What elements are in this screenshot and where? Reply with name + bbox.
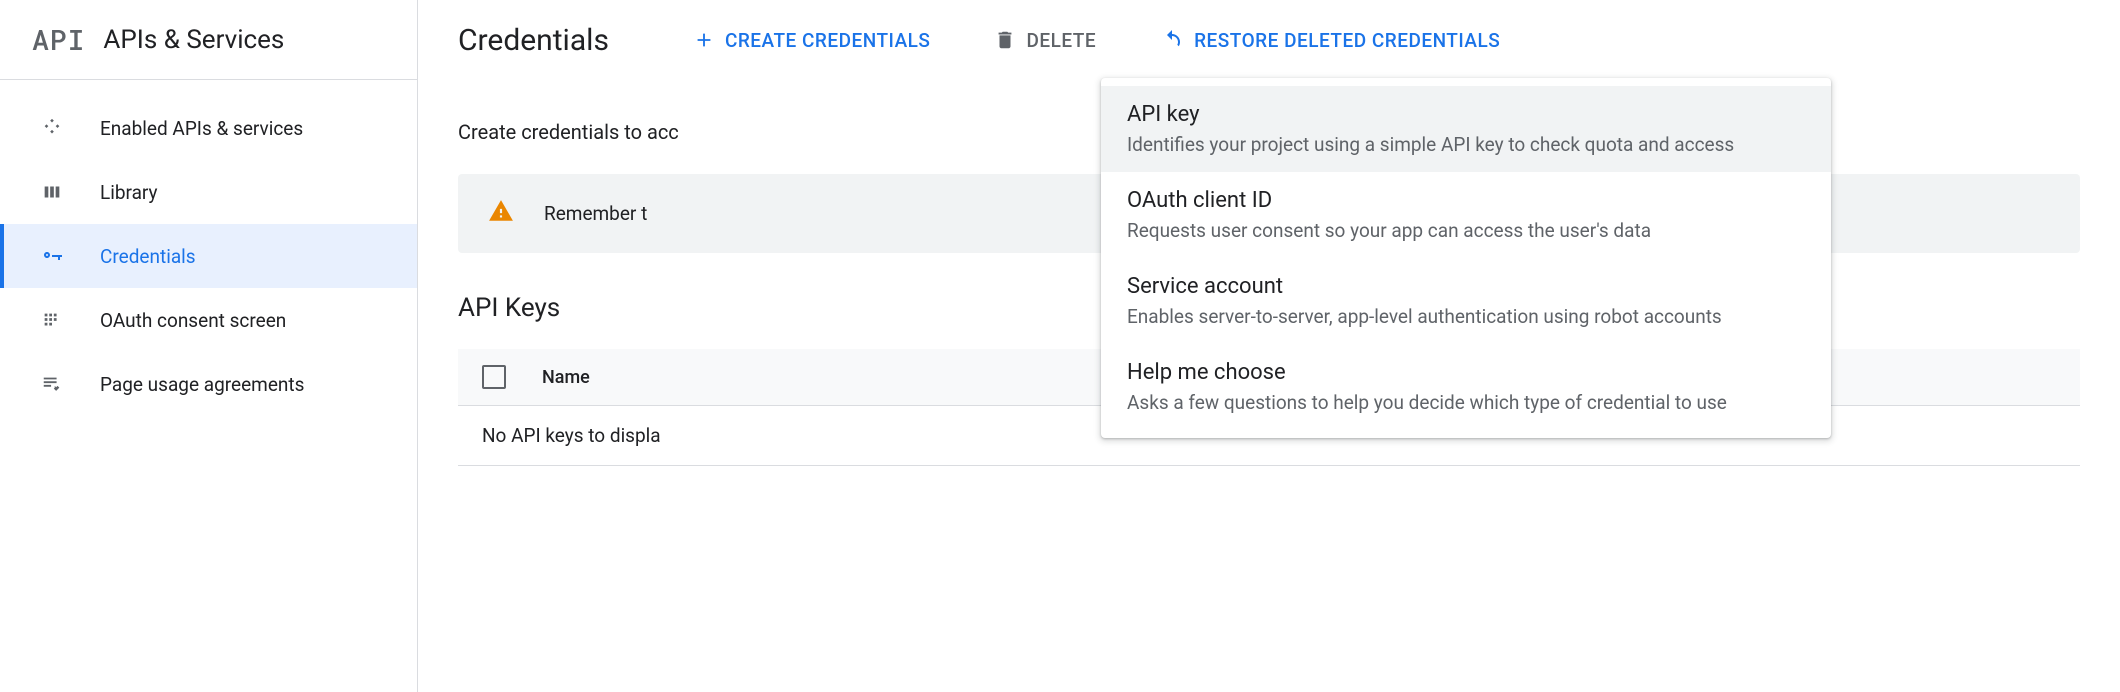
sidebar: API APIs & Services Enabled APIs & servi… [0,0,418,692]
agreements-icon [40,372,64,396]
create-credentials-dropdown: API key Identifies your project using a … [1101,78,1831,438]
create-label: CREATE CREDENTIALS [725,29,931,52]
dropdown-item-title: Service account [1127,274,1805,299]
sidebar-item-label: Page usage agreements [100,373,304,396]
sidebar-item-label: Credentials [100,245,196,268]
sidebar-item-label: OAuth consent screen [100,309,286,332]
delete-button[interactable]: DELETE [982,21,1108,60]
restore-label: RESTORE DELETED CREDENTIALS [1194,29,1500,52]
dropdown-item-api-key[interactable]: API key Identifies your project using a … [1101,86,1831,172]
library-icon [40,180,64,204]
create-credentials-button[interactable]: CREATE CREDENTIALS [681,21,943,60]
dropdown-item-desc: Enables server-to-server, app-level auth… [1127,305,1805,328]
consent-icon [40,308,64,332]
warning-icon [488,198,514,229]
dropdown-item-title: OAuth client ID [1127,188,1805,213]
dropdown-item-desc: Identifies your project using a simple A… [1127,133,1805,156]
sidebar-item-oauth-consent[interactable]: OAuth consent screen [0,288,417,352]
sidebar-item-library[interactable]: Library [0,160,417,224]
select-all-checkbox[interactable] [482,365,506,389]
sidebar-title: APIs & Services [103,25,284,55]
dropdown-item-desc: Asks a few questions to help you decide … [1127,391,1805,414]
sidebar-header: API APIs & Services [0,0,417,80]
plus-icon [693,29,715,51]
dropdown-item-service-account[interactable]: Service account Enables server-to-server… [1101,258,1831,344]
warning-text: Remember t [544,202,647,225]
dropdown-item-oauth-client[interactable]: OAuth client ID Requests user consent so… [1101,172,1831,258]
sidebar-item-label: Enabled APIs & services [100,117,303,140]
delete-label: DELETE [1026,29,1096,52]
sidebar-item-page-usage[interactable]: Page usage agreements [0,352,417,416]
dropdown-item-title: API key [1127,102,1805,127]
sidebar-nav: Enabled APIs & services Library Credenti… [0,80,417,416]
page-title: Credentials [458,23,609,58]
sidebar-item-enabled-apis[interactable]: Enabled APIs & services [0,96,417,160]
key-icon [40,244,64,268]
diamond-icon [40,116,64,140]
dropdown-item-desc: Requests user consent so your app can ac… [1127,219,1805,242]
restore-button[interactable]: RESTORE DELETED CREDENTIALS [1148,20,1512,60]
trash-icon [994,29,1016,51]
sidebar-item-credentials[interactable]: Credentials [0,224,417,288]
dropdown-item-title: Help me choose [1127,360,1805,385]
dropdown-item-help-me-choose[interactable]: Help me choose Asks a few questions to h… [1101,344,1831,430]
api-logo: API [32,21,85,58]
main-header: Credentials CREATE CREDENTIALS DELETE [458,0,2080,80]
column-name: Name [542,367,590,388]
restore-icon [1160,28,1184,52]
main-content: Credentials CREATE CREDENTIALS DELETE [418,0,2120,692]
toolbar: CREATE CREDENTIALS DELETE RESTORE DELETE… [681,20,1512,60]
sidebar-item-label: Library [100,181,158,204]
